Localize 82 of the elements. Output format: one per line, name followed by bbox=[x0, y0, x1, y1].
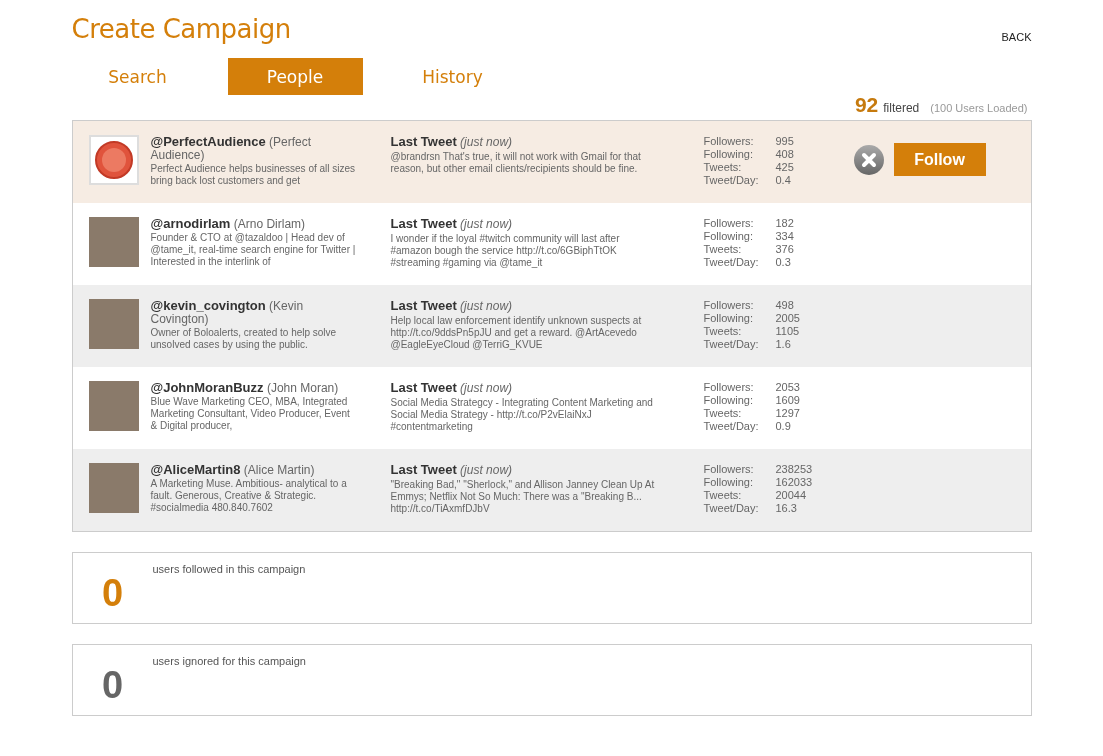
stat-value: 498 bbox=[775, 299, 795, 312]
tweet-heading: Last Tweet (just now) bbox=[390, 463, 514, 477]
user-row[interactable] bbox=[72, 285, 1031, 367]
stat-label: Tweet/Day: bbox=[703, 174, 760, 187]
stat-value: 0.3 bbox=[775, 256, 792, 269]
stat-label: Tweets: bbox=[703, 489, 743, 502]
tab[interactable]: People bbox=[227, 58, 363, 95]
user-name: @PerfectAudience (Perfect Audience) bbox=[150, 135, 313, 162]
user-bio: Owner of Boloalerts, created to help solve unsolved cases by using the public. bbox=[150, 327, 338, 351]
stat-value: 995 bbox=[775, 135, 795, 148]
close-button[interactable] bbox=[853, 145, 884, 175]
stat-label: Tweets: bbox=[703, 161, 743, 174]
stat-label: Following: bbox=[703, 394, 755, 407]
photo-placeholder bbox=[88, 217, 139, 267]
tweet-heading: Last Tweet (just now) bbox=[390, 299, 514, 313]
stat-value: 2053 bbox=[775, 381, 801, 394]
photo-placeholder bbox=[88, 299, 139, 349]
stat-label: Tweet/Day: bbox=[703, 420, 760, 433]
tweet-text: Social Media Strategcy - Integrating Content Marketing and Social Media Strategy - http://t.co/P2vElaiNxJ #contentmarketing bbox=[390, 397, 654, 433]
stat-label: Tweet/Day: bbox=[703, 256, 760, 269]
page-title: Create Campaign bbox=[71, 14, 291, 44]
stat-label: Tweet/Day: bbox=[703, 338, 760, 351]
stat-label: Tweets: bbox=[703, 407, 743, 420]
stat-value: 0.4 bbox=[775, 174, 792, 187]
user-name: @arnodirlam (Arno Dirlam) bbox=[150, 217, 307, 231]
stat-label: Followers: bbox=[703, 135, 755, 148]
user-name: @JohnMoranBuzz (John Moran) bbox=[150, 381, 340, 395]
tweet-heading: Last Tweet (just now) bbox=[390, 381, 514, 395]
user-name: @kevin_covington (Kevin Covington) bbox=[150, 299, 305, 326]
summary-count: 0 bbox=[100, 572, 125, 616]
tweet-text: @brandrsn That's true, it will not work with Gmail for that reason, but other email clients/recipients should be fine. bbox=[390, 151, 642, 175]
summary-count: 0 bbox=[100, 664, 125, 708]
stat-value: 16.3 bbox=[775, 502, 798, 515]
tweet-text: "Breaking Bad," "Sherlock," and Allison Janney Clean Up At Emmys; Netflix Not So Much: There was a "Breaking B... http://t.co/TiAxmfDJbV bbox=[390, 479, 656, 515]
stat-label: Followers: bbox=[703, 463, 755, 476]
back-link[interactable]: BACK bbox=[1001, 31, 1032, 43]
stat-label: Followers: bbox=[703, 217, 755, 230]
photo-placeholder bbox=[88, 463, 139, 513]
stat-value: 425 bbox=[775, 161, 795, 174]
follow-button[interactable]: Follow bbox=[893, 143, 986, 176]
stat-value: 162033 bbox=[775, 476, 813, 489]
tweet-text: I wonder if the loyal #twitch community will last after #amazon bough the service http://t.co/6GBiphTtOK #streaming #gaming via @tame_it bbox=[390, 233, 621, 269]
stat-value: 20044 bbox=[775, 489, 808, 502]
stat-label: Following: bbox=[703, 312, 755, 325]
user-row[interactable] bbox=[72, 121, 1031, 203]
stat-label: Tweet/Day: bbox=[703, 502, 760, 515]
stat-label: Tweets: bbox=[703, 325, 743, 338]
user-bio: Blue Wave Marketing CEO, MBA, Integrated Marketing Consultant, Video Producer, Event & Digital producer, bbox=[150, 396, 351, 432]
logo-icon bbox=[88, 135, 139, 185]
stat-label: Following: bbox=[703, 148, 755, 161]
stat-value: 334 bbox=[775, 230, 795, 243]
stat-value: 1105 bbox=[775, 325, 801, 338]
stat-value: 1297 bbox=[775, 407, 801, 420]
summary-label: users followed in this campaign bbox=[152, 562, 306, 577]
tweet-heading: Last Tweet (just now) bbox=[390, 217, 514, 231]
user-bio: A Marketing Muse. Ambitious- analytical to a fault. Generous, Creative & Strategic. #socialmedia 480.840.7602 bbox=[150, 478, 348, 514]
summary-label: users ignored for this campaign bbox=[152, 654, 306, 669]
tab[interactable]: History bbox=[400, 58, 505, 95]
stat-value: 1.6 bbox=[775, 338, 792, 351]
stat-value: 1609 bbox=[775, 394, 801, 407]
stat-label: Following: bbox=[703, 230, 755, 243]
stat-value: 376 bbox=[775, 243, 795, 256]
stat-label: Tweets: bbox=[703, 243, 743, 256]
user-row[interactable] bbox=[72, 449, 1031, 531]
stat-value: 182 bbox=[775, 217, 795, 230]
photo-placeholder bbox=[88, 381, 139, 431]
stat-value: 0.9 bbox=[775, 420, 792, 433]
stat-value: 2005 bbox=[775, 312, 801, 325]
user-bio: Perfect Audience helps businesses of all sizes bring back lost customers and get bbox=[150, 163, 356, 187]
filtered-label: filtered bbox=[883, 101, 920, 115]
tab[interactable]: Search bbox=[85, 58, 190, 95]
stat-value: 408 bbox=[775, 148, 795, 161]
user-bio: Founder & CTO at @tazaldoo | Head dev of @tame_it, real-time search engine for Twitter | Interested in the interlink of bbox=[150, 232, 356, 268]
user-name: @AliceMartin8 (Alice Martin) bbox=[150, 463, 316, 477]
filtered-count: 92 bbox=[854, 93, 879, 117]
tweet-text: Help local law enforcement identify unknown suspects at http://t.co/9ddsPn5pJU and get a reward. @ArtAcevedo @EagleEyeCloud @TerriG_KVUE bbox=[390, 315, 643, 351]
tweet-heading: Last Tweet (just now) bbox=[390, 135, 514, 149]
loaded-count: (100 Users Loaded) bbox=[930, 102, 1028, 114]
stat-label: Followers: bbox=[703, 299, 755, 312]
stat-label: Followers: bbox=[703, 381, 755, 394]
stat-label: Following: bbox=[703, 476, 755, 489]
stat-value: 238253 bbox=[775, 463, 813, 476]
